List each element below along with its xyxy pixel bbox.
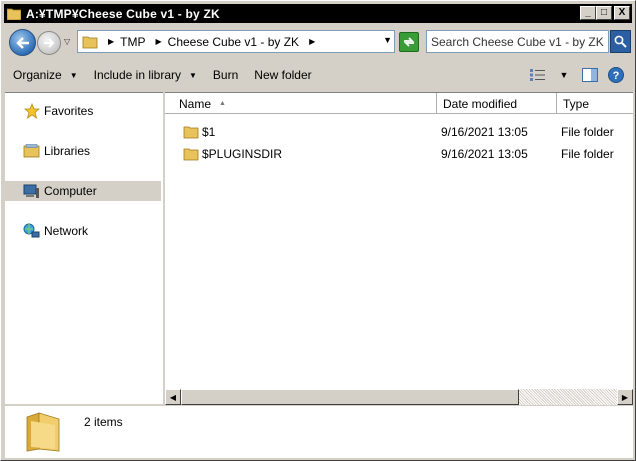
view-details-icon: [530, 69, 545, 81]
folder-icon: [183, 126, 199, 139]
refresh-button[interactable]: [399, 32, 419, 52]
table-row[interactable]: $PLUGINSDIR 9/16/2021 13:05 File folder: [165, 144, 633, 164]
close-button[interactable]: X: [614, 6, 630, 20]
scroll-right-button[interactable]: ▶: [617, 389, 633, 405]
column-header-date[interactable]: Date modified: [437, 93, 557, 114]
breadcrumb-current[interactable]: Cheese Cube v1 - by ZK: [168, 35, 299, 49]
nav-label: Network: [44, 224, 89, 238]
chevron-down-icon[interactable]: ▼: [383, 35, 392, 45]
search-input[interactable]: Search Cheese Cube v1 - by ZK: [426, 30, 609, 53]
arrow-right-icon: [44, 38, 55, 48]
command-bar: Organize ▼ Include in library ▼ Burn New…: [5, 61, 633, 89]
column-header-type[interactable]: Type: [557, 93, 633, 114]
file-name: $1: [202, 125, 216, 139]
nav-label: Libraries: [44, 144, 91, 158]
folder-icon: [26, 412, 60, 452]
folder-icon: [183, 148, 199, 161]
search-icon: [614, 35, 627, 48]
scroll-left-button[interactable]: ◀: [165, 389, 181, 405]
column-headers: Name ▲ Date modified Type: [165, 93, 633, 114]
chevron-right-icon[interactable]: ▶: [309, 37, 315, 46]
include-in-library-button[interactable]: Include in library ▼: [86, 63, 205, 87]
arrow-left-icon: [15, 36, 29, 49]
forward-button[interactable]: [37, 31, 61, 55]
search-button[interactable]: [610, 30, 631, 53]
nav-item-favorites[interactable]: Favorites: [5, 101, 161, 121]
window-title: A:¥TMP¥Cheese Cube v1 - by ZK: [26, 6, 220, 21]
file-date: 9/16/2021 13:05: [441, 147, 528, 161]
folder-icon: [82, 36, 98, 48]
nav-item-network[interactable]: Network: [5, 221, 161, 241]
column-header-name[interactable]: Name ▲: [165, 93, 437, 114]
back-button[interactable]: [9, 29, 36, 56]
recent-pages-dropdown[interactable]: ▽: [64, 37, 74, 47]
table-row[interactable]: $1 9/16/2021 13:05 File folder: [165, 122, 633, 142]
network-icon: [23, 223, 40, 239]
burn-button[interactable]: Burn: [205, 63, 246, 87]
file-date: 9/16/2021 13:05: [441, 125, 528, 139]
star-icon: [23, 103, 40, 119]
item-count: 2 items: [84, 415, 123, 429]
maximize-button[interactable]: □: [596, 6, 612, 20]
svg-text:?: ?: [613, 70, 620, 82]
sort-ascending-icon: ▲: [219, 100, 226, 107]
address-row: ▽ ▶ TMP ▶ Cheese Cube v1 - by ZK ▶ ▼ Sea…: [5, 26, 633, 59]
computer-icon: [23, 183, 40, 199]
title-bar[interactable]: A:¥TMP¥Cheese Cube v1 - by ZK _ □ X: [4, 4, 632, 23]
chevron-down-icon: ▼: [69, 70, 78, 80]
horizontal-scrollbar[interactable]: ◀ ▶: [165, 389, 633, 405]
explorer-window: A:¥TMP¥Cheese Cube v1 - by ZK _ □ X ▽ ▶ …: [0, 0, 636, 461]
help-button[interactable]: ?: [605, 65, 627, 85]
file-type: File folder: [561, 147, 614, 161]
minimize-button[interactable]: _: [580, 6, 596, 20]
file-name: $PLUGINSDIR: [202, 147, 283, 161]
new-folder-button[interactable]: New folder: [246, 63, 319, 87]
chevron-right-icon[interactable]: ▶: [156, 37, 162, 46]
breadcrumb-tmp[interactable]: TMP: [120, 35, 145, 49]
libraries-icon: [23, 143, 40, 159]
nav-label: Computer: [44, 184, 97, 198]
preview-pane-icon: [582, 68, 598, 82]
chevron-down-icon: ▼: [189, 70, 197, 80]
scrollbar-thumb[interactable]: [181, 389, 519, 405]
details-pane: 2 items: [5, 406, 633, 458]
include-in-library-label: Include in library: [93, 68, 181, 82]
organize-label: Organize: [13, 68, 62, 82]
refresh-icon: [403, 37, 415, 47]
file-type: File folder: [561, 125, 614, 139]
chevron-down-icon: ▼: [559, 70, 569, 80]
nav-item-computer[interactable]: Computer: [5, 181, 161, 201]
chevron-right-icon[interactable]: ▶: [108, 37, 114, 46]
address-bar[interactable]: ▶ TMP ▶ Cheese Cube v1 - by ZK ▶ ▼: [77, 30, 395, 53]
view-options-button[interactable]: [527, 65, 549, 85]
organize-button[interactable]: Organize ▼: [5, 63, 86, 87]
folder-icon: [7, 8, 21, 20]
nav-item-libraries[interactable]: Libraries: [5, 141, 161, 161]
navigation-pane: Favorites Libraries Computer Network: [5, 92, 163, 404]
nav-label: Favorites: [44, 104, 94, 118]
preview-pane-button[interactable]: [579, 65, 601, 85]
view-dropdown[interactable]: ▼: [553, 65, 575, 85]
help-icon: ?: [608, 67, 624, 83]
file-list: Name ▲ Date modified Type $1 9/16/2021 1…: [165, 92, 633, 405]
